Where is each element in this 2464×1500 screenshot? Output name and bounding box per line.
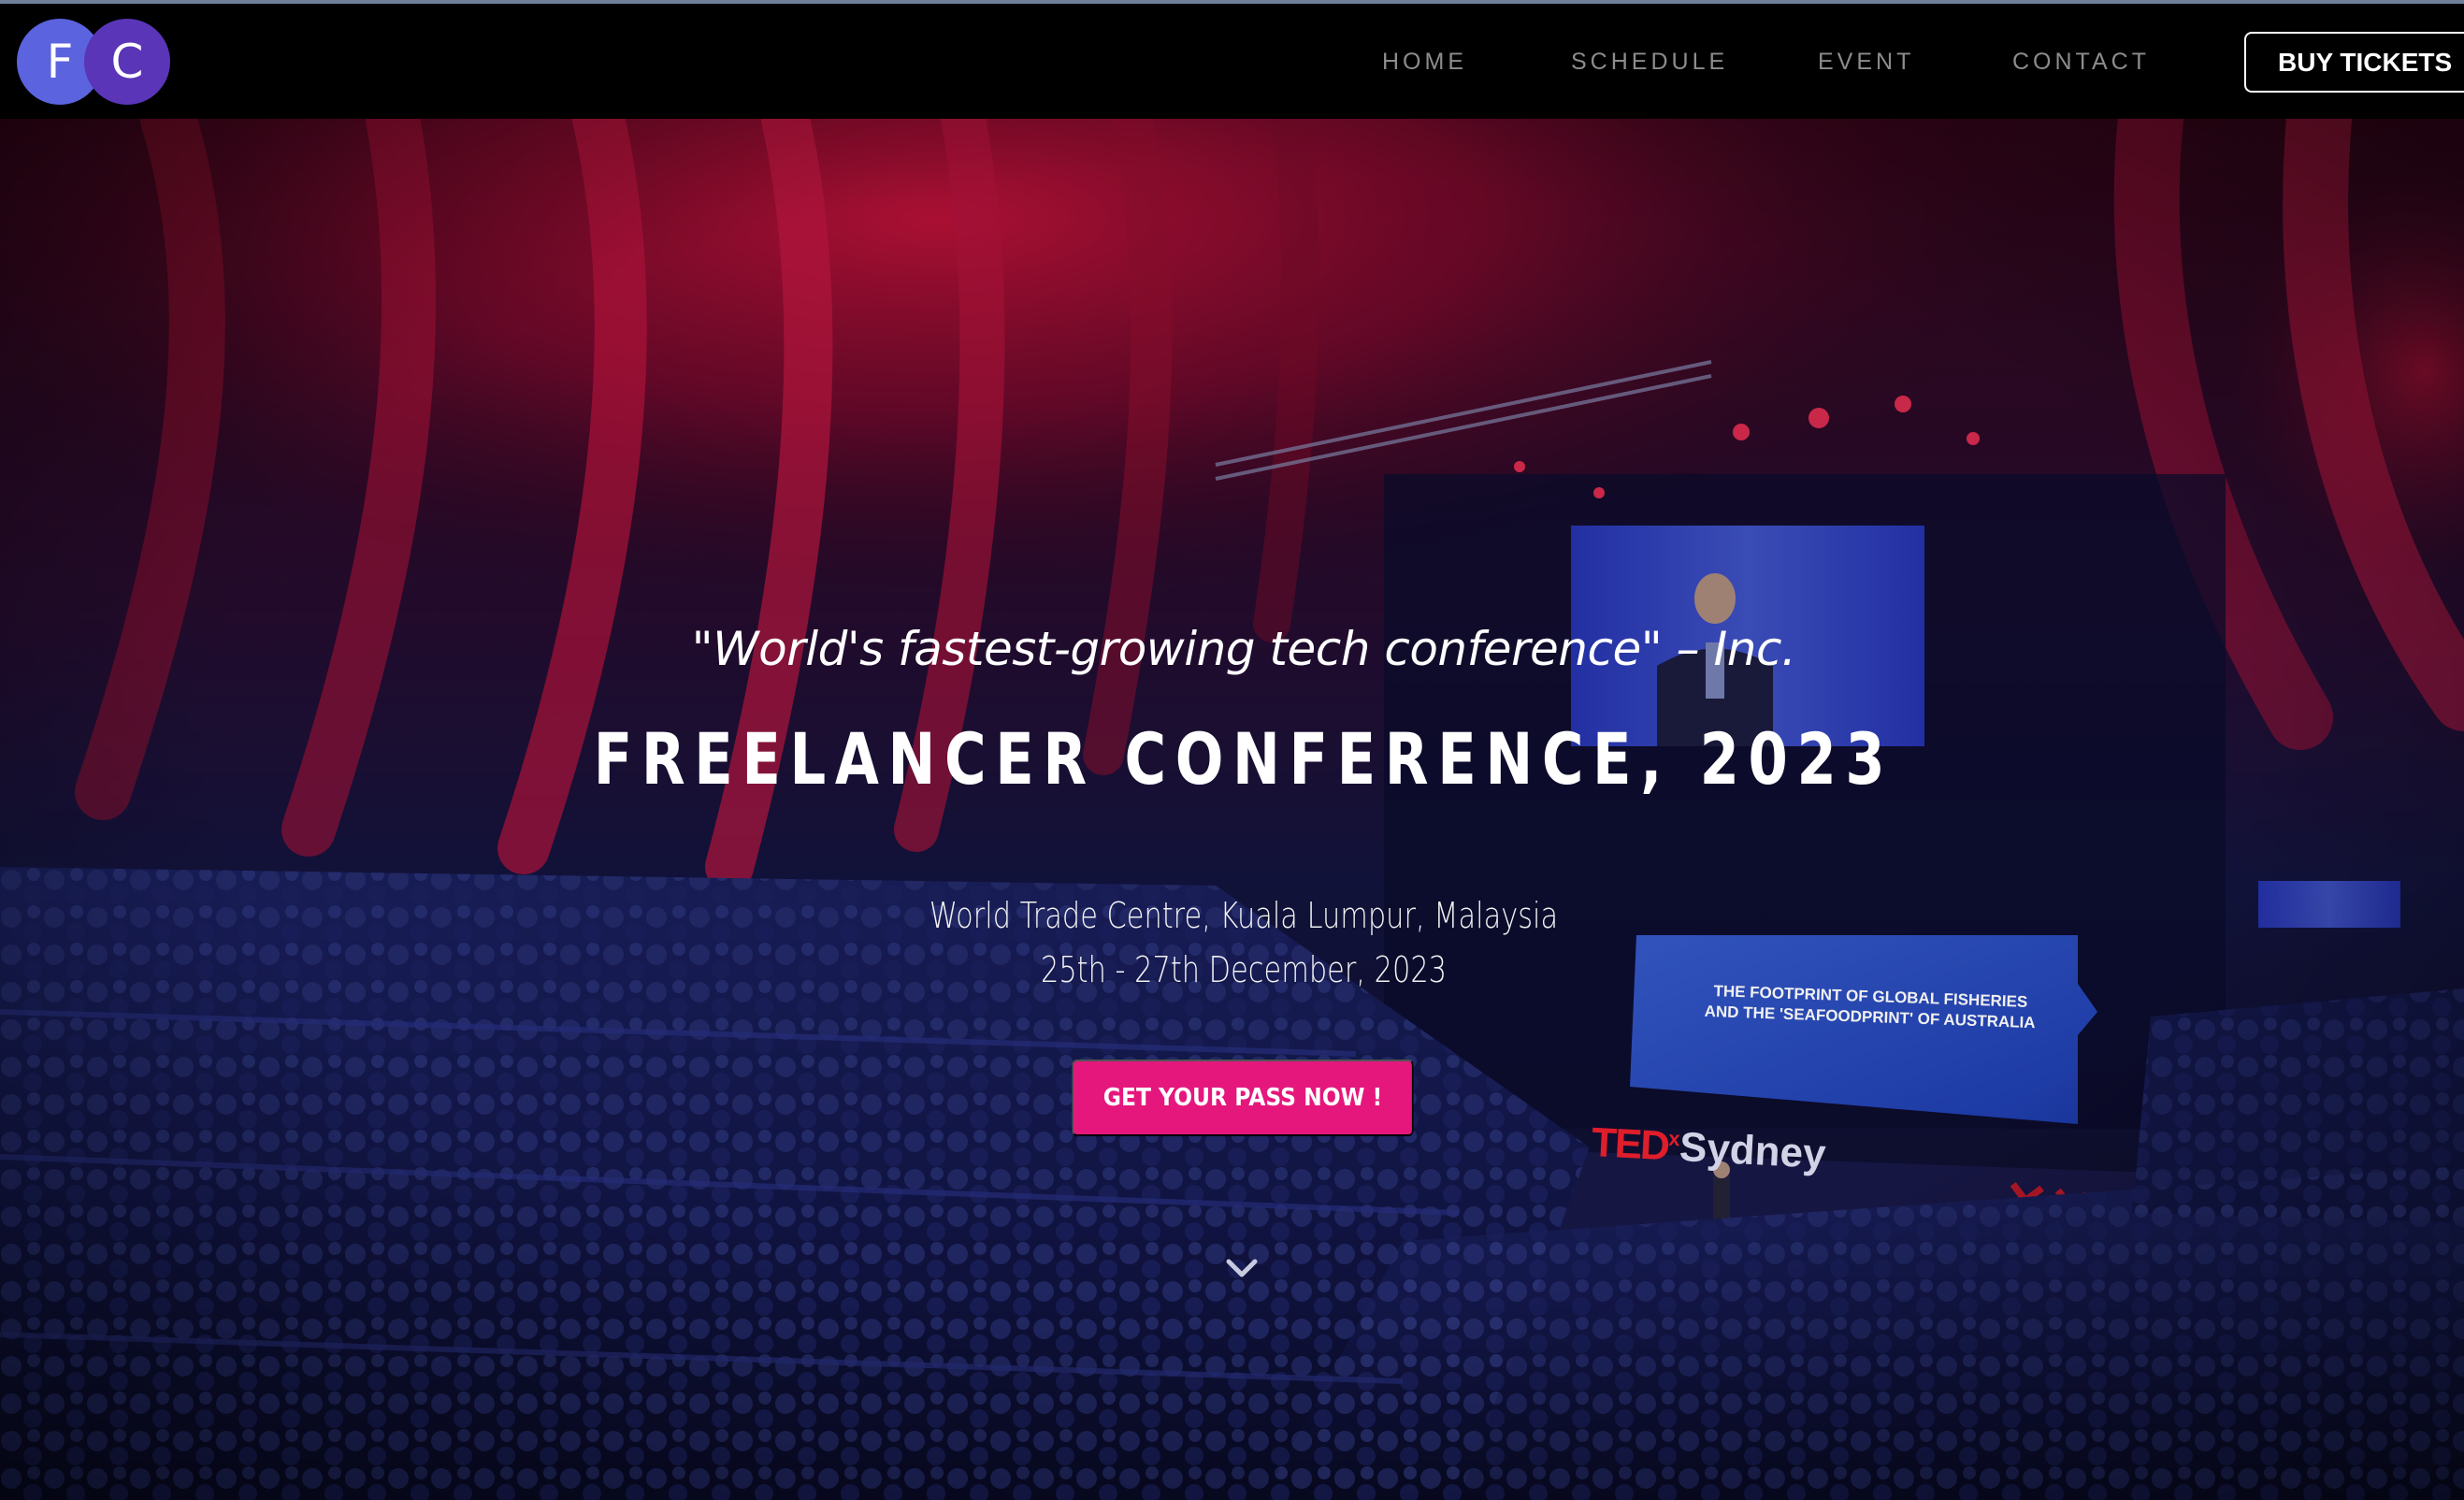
chevron-down-icon[interactable] [1225,1257,1259,1279]
event-venue: World Trade Centre, Kuala Lumpur, Malays… [929,895,1559,936]
hero-section: ✕✕ THE FOOTPRINT OF GLOBAL FISHERIES AND… [0,119,2464,1500]
hero-quote: "World's fastest-growing tech conference… [691,622,1796,676]
nav-links: HOME SCHEDULE EVENT CONTACT [0,4,2464,119]
nav-item-event[interactable]: EVENT [1818,49,1914,76]
logo-letter-c: C [84,19,170,105]
ted-logo-prefix: TED [1590,1119,1670,1170]
nav-item-home[interactable]: HOME [1382,49,1467,76]
nav-item-schedule[interactable]: SCHEDULE [1571,49,1728,76]
top-accent-line [0,0,2464,4]
ted-logo-city: Sydney [1678,1123,1827,1178]
event-dates: 25th - 27th December, 2023 [1040,949,1448,990]
get-pass-button[interactable]: GET YOUR PASS NOW ! [1072,1060,1414,1136]
hero-text-block: "World's fastest-growing tech conference… [0,119,1885,1500]
buy-tickets-button[interactable]: BUY TICKETS [2244,32,2464,93]
nav-item-contact[interactable]: CONTACT [2012,49,2150,76]
hero-title: FREELANCER CONFERENCE, 2023 [593,717,1895,800]
page: F C HOME SCHEDULE EVENT CONTACT BUY TICK… [0,0,2464,1500]
navbar: F C HOME SCHEDULE EVENT CONTACT BUY TICK… [0,4,2464,119]
